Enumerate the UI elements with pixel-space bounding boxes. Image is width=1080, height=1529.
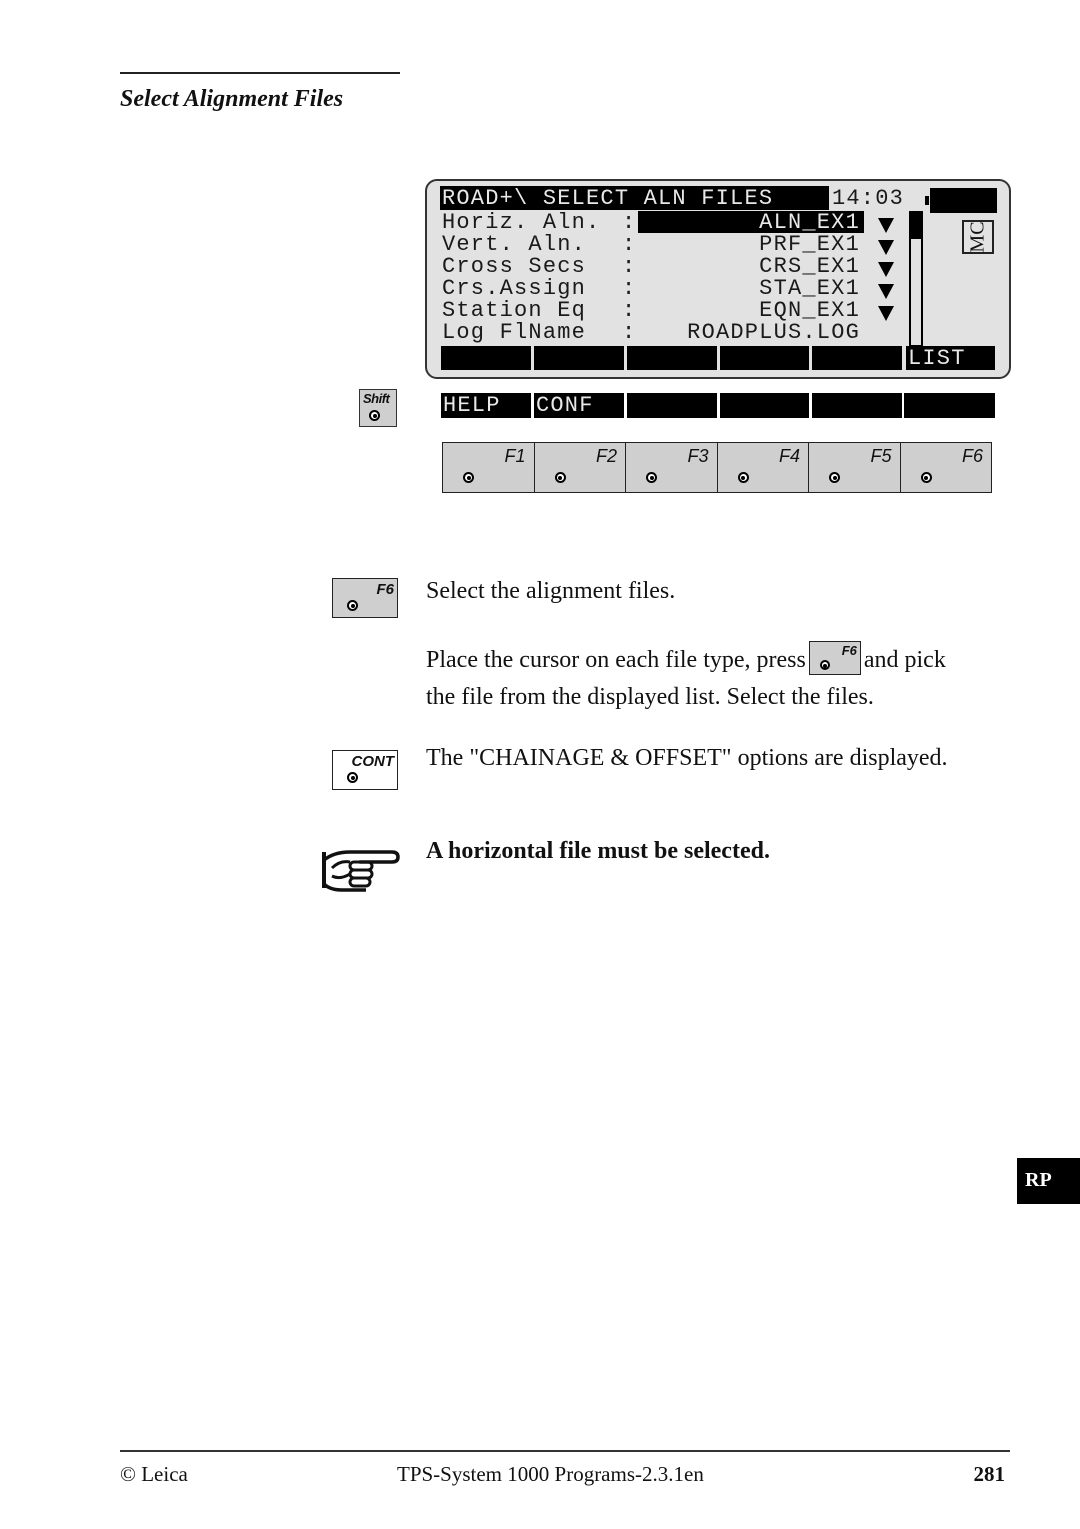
instruction-text-line: the file from the displayed list. Select…	[426, 684, 874, 710]
page-number: 281	[973, 1462, 1006, 1486]
field-colon: :	[622, 298, 637, 323]
dropdown-arrow-icon[interactable]	[878, 218, 896, 234]
softkey-1[interactable]	[441, 346, 531, 370]
field-colon: :	[622, 254, 637, 279]
key-led-icon	[463, 472, 474, 483]
field-value-station-eq[interactable]: EQN_EX1	[759, 300, 860, 322]
dropdown-arrow-icon[interactable]	[878, 240, 896, 256]
section-title: Select Alignment Files	[120, 86, 344, 112]
f2-key[interactable]: F2	[535, 443, 626, 492]
shift-softkey-6[interactable]	[904, 393, 995, 418]
scrollbar-thumb[interactable]	[909, 211, 923, 239]
footer-copyright: © Leica	[120, 1462, 188, 1486]
mode-badge: MC	[962, 220, 994, 254]
f1-key[interactable]: F1	[443, 443, 535, 492]
key-led-icon	[554, 472, 566, 483]
softkey-4[interactable]	[720, 346, 809, 370]
shift-softkey-help[interactable]: HELP	[441, 393, 531, 418]
shift-softkey-5[interactable]	[812, 393, 902, 418]
header-rule	[120, 72, 400, 74]
shift-softkey-3[interactable]	[627, 393, 717, 418]
chapter-tab[interactable]: RP	[1017, 1158, 1080, 1204]
f6-key[interactable]: F6	[901, 443, 992, 492]
key-led-icon	[829, 472, 840, 483]
battery-icon	[925, 188, 997, 213]
dropdown-arrow-icon[interactable]	[878, 284, 896, 300]
f4-key[interactable]: F4	[718, 443, 809, 492]
instruction-text-line: Place the cursor on each file type, pres…	[426, 641, 946, 676]
display-clock: 14:03	[832, 186, 905, 211]
key-led-icon	[737, 472, 749, 483]
field-colon: :	[622, 276, 637, 301]
f6-key-icon: F6	[808, 641, 861, 676]
field-colon: :	[622, 232, 637, 257]
key-led-icon	[369, 410, 380, 421]
field-value-log-flname[interactable]: ROADPLUS.LOG	[687, 322, 860, 344]
instruction-text: Select the alignment files.	[426, 578, 676, 604]
field-label-horiz-aln: Horiz. Aln.	[442, 210, 601, 235]
f3-key[interactable]: F3	[626, 443, 718, 492]
field-colon: :	[622, 210, 637, 235]
field-label-cross-secs: Cross Secs	[442, 254, 587, 279]
field-value-cross-secs[interactable]: CRS_EX1	[759, 256, 860, 278]
footer-rule	[120, 1450, 1010, 1452]
dropdown-arrow-icon[interactable]	[878, 262, 896, 278]
field-value-vert-aln[interactable]: PRF_EX1	[759, 234, 860, 256]
field-value-crs-assign[interactable]: STA_EX1	[759, 278, 860, 300]
pointing-hand-icon	[320, 846, 400, 896]
note-text: A horizontal file must be selected.	[426, 838, 770, 864]
cont-key-icon: CONT	[332, 750, 398, 790]
field-value-horiz-aln[interactable]: ALN_EX1	[759, 212, 860, 234]
softkey-list[interactable]: LIST	[906, 346, 995, 371]
key-led-icon	[920, 472, 932, 483]
field-label-log-flname: Log FlName	[442, 320, 587, 345]
key-led-icon	[819, 660, 830, 671]
key-led-icon	[347, 772, 358, 783]
softkey-2[interactable]	[534, 346, 624, 370]
shift-softkey-conf[interactable]: CONF	[534, 393, 624, 418]
instruction-text: The "CHAINAGE & OFFSET" options are disp…	[426, 745, 948, 771]
f5-key[interactable]: F5	[809, 443, 901, 492]
f6-key-icon: F6	[332, 578, 398, 618]
field-label-station-eq: Station Eq	[442, 298, 587, 323]
softkey-5[interactable]	[812, 346, 902, 370]
dropdown-arrow-icon[interactable]	[878, 306, 896, 322]
display-title: ROAD+\ SELECT ALN FILES	[440, 186, 829, 211]
key-led-icon	[646, 472, 657, 483]
shift-key[interactable]: Shift	[359, 389, 397, 427]
field-label-vert-aln: Vert. Aln.	[442, 232, 587, 257]
footer-document-title: TPS-System 1000 Programs-2.3.1en	[397, 1462, 704, 1486]
key-led-icon	[347, 600, 358, 611]
function-key-row: F1 F2 F3 F4 F5 F6	[442, 442, 992, 493]
field-label-crs-assign: Crs.Assign	[442, 276, 587, 301]
softkey-3[interactable]	[627, 346, 717, 370]
shift-softkey-4[interactable]	[720, 393, 809, 418]
field-colon: :	[622, 320, 637, 345]
